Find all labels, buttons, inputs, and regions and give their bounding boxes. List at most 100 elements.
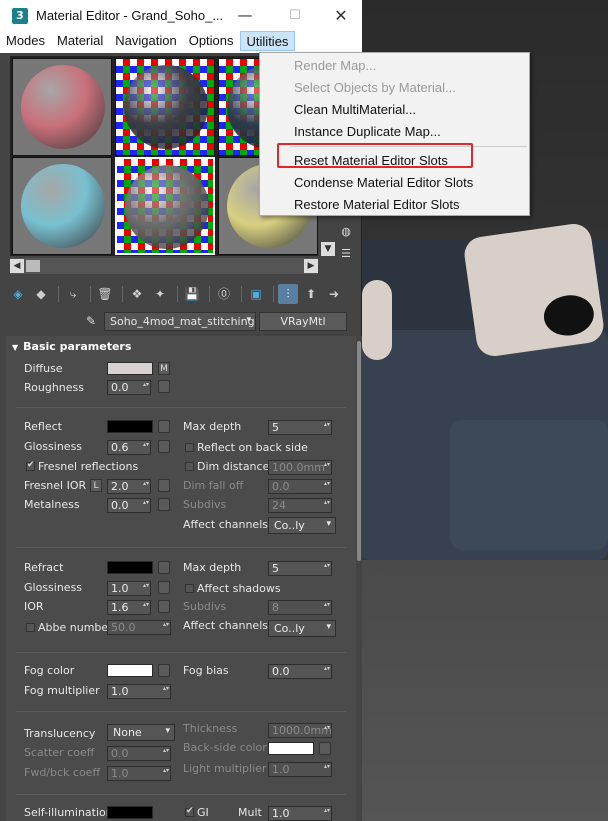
reset-map-icon[interactable]: 🗑 [95, 284, 115, 304]
parameters-scrollbar[interactable] [356, 336, 362, 821]
menu-utilities[interactable]: Utilities [239, 31, 296, 51]
fog-color-map-button[interactable] [158, 664, 170, 677]
refract-affect-channels-dropdown[interactable]: Co..ly ▾ [268, 620, 336, 637]
reflect-back-side-checkbox[interactable] [185, 443, 194, 452]
diffuse-color-swatch[interactable] [107, 362, 153, 375]
menu-item-instance-duplicate-map[interactable]: Instance Duplicate Map... [294, 124, 441, 144]
refract-glossiness-spinner[interactable]: 1.0 [107, 581, 151, 596]
refract-glossiness-map-button[interactable] [158, 581, 170, 594]
material-name-dropdown[interactable]: Soho_4mod_mat_stitching ▾ [104, 311, 256, 331]
maximize-button[interactable]: ☐ [272, 0, 318, 31]
assign-to-selection-icon[interactable]: ⤷ [63, 284, 83, 304]
dim-distance-checkbox[interactable] [185, 462, 194, 471]
go-forward-sibling-icon[interactable]: ➜ [324, 284, 344, 304]
self-illum-mult-spinner[interactable]: 1.0 [268, 806, 332, 821]
fresnel-ior-lock-button[interactable]: L [90, 479, 102, 492]
dim-distance-spinner[interactable]: 100.0mm [268, 460, 332, 475]
backlight-icon[interactable]: ◍ [338, 225, 354, 241]
dim-falloff-spinner[interactable]: 0.0 [268, 479, 332, 494]
scroll-down-icon[interactable]: ▼ [321, 242, 335, 256]
ior-map-button[interactable] [158, 600, 170, 613]
menu-item-condense-material-editor-slots[interactable]: Condense Material Editor Slots [294, 175, 473, 195]
metalness-spinner[interactable]: 0.0 [107, 498, 151, 513]
make-unique-icon[interactable]: ✦ [150, 284, 170, 304]
fresnel-checkbox[interactable] [26, 460, 35, 471]
scroll-left-icon[interactable]: ◀ [10, 259, 24, 273]
reflect-back-side-label: Reflect on back side [197, 441, 308, 454]
self-illum-gi-checkbox[interactable] [185, 806, 194, 817]
side-toolbar: ◍ ☰ [338, 225, 360, 269]
reflect-color-swatch[interactable] [107, 420, 153, 433]
menu-modes[interactable]: Modes [0, 31, 51, 51]
affect-shadows-checkbox[interactable] [185, 584, 194, 593]
material-slot-2[interactable] [115, 58, 215, 156]
close-button[interactable]: ✕ [318, 0, 364, 31]
fog-bias-spinner[interactable]: 0.0 [268, 664, 332, 679]
scatter-coeff-label: Scatter coeff [24, 746, 95, 759]
refract-map-button[interactable] [158, 561, 170, 574]
affect-shadows-label: Affect shadows [197, 582, 281, 595]
scroll-thumb[interactable] [357, 341, 361, 561]
refract-max-depth-spinner[interactable]: 5 [268, 561, 332, 576]
abbe-number-spinner[interactable]: 50.0 [107, 620, 171, 635]
self-illumination-color-swatch[interactable] [107, 806, 153, 819]
minimize-button[interactable]: — [222, 0, 268, 31]
menu-options[interactable]: Options [183, 31, 240, 51]
refract-label: Refract [24, 561, 64, 574]
glossiness-map-button[interactable] [158, 440, 170, 453]
title-bar[interactable]: 3 Material Editor - Grand_Soho_... — ☐ ✕ [0, 0, 362, 31]
scroll-right-icon[interactable]: ▶ [304, 259, 318, 273]
eyedropper-icon[interactable]: ✎ [86, 314, 104, 328]
glossiness-spinner[interactable]: 0.6 [107, 440, 151, 455]
slots-horizontal-scrollbar[interactable]: ◀ ▶ [10, 258, 318, 274]
diffuse-map-button[interactable]: M [158, 362, 170, 375]
dim-falloff-label: Dim fall off [183, 479, 244, 492]
put-to-scene-icon[interactable]: ◆ [31, 284, 51, 304]
reflect-map-button[interactable] [158, 420, 170, 433]
show-end-result-icon[interactable]: ⫶ [278, 284, 298, 304]
material-id-channel-icon[interactable]: ⓪ [214, 284, 234, 304]
fog-color-swatch[interactable] [107, 664, 153, 677]
material-type-button[interactable]: VRayMtl [259, 311, 347, 331]
rollout-header[interactable]: ▼ Basic parameters [6, 338, 356, 356]
refract-color-swatch[interactable] [107, 561, 153, 574]
refract-subdivs-spinner[interactable]: 8 [268, 600, 332, 615]
fresnel-ior-map-button[interactable] [158, 479, 170, 492]
abbe-checkbox[interactable] [26, 623, 35, 632]
menu-item-select-objects-by-material[interactable]: Select Objects by Material... [294, 80, 456, 100]
translucency-dropdown[interactable]: None ▾ [107, 724, 175, 741]
back-side-color-swatch[interactable] [268, 742, 314, 755]
refract-glossiness-label: Glossiness [24, 581, 83, 594]
roughness-spinner[interactable]: 0.0 [107, 380, 151, 395]
material-toolbar: ◈ ◆ ⤷ 🗑 ❖ ✦ 💾 ⓪ ▣ ⫶ ⬆ ➜ [8, 282, 358, 306]
roughness-map-button[interactable] [158, 380, 170, 393]
reflect-affect-channels-dropdown[interactable]: Co..ly ▾ [268, 517, 336, 534]
thickness-spinner[interactable]: 1000.0mm [268, 723, 332, 738]
scroll-thumb[interactable] [26, 260, 40, 272]
go-to-parent-icon[interactable]: ⬆ [301, 284, 321, 304]
material-slot-1[interactable] [12, 58, 112, 156]
options-list-icon[interactable]: ☰ [338, 247, 354, 263]
refract-max-depth-label: Max depth [183, 561, 242, 574]
menu-item-restore-material-editor-slots[interactable]: Restore Material Editor Slots [294, 197, 459, 217]
light-multiplier-spinner[interactable]: 1.0 [268, 762, 332, 777]
show-shaded-icon[interactable]: ▣ [246, 284, 266, 304]
save-to-library-icon[interactable]: 💾 [182, 284, 202, 304]
menu-navigation[interactable]: Navigation [109, 31, 182, 51]
scatter-coeff-spinner[interactable]: 0.0 [107, 746, 171, 761]
reflect-subdivs-spinner[interactable]: 24 [268, 498, 332, 513]
make-copy-icon[interactable]: ❖ [127, 284, 147, 304]
fog-multiplier-spinner[interactable]: 1.0 [107, 684, 171, 699]
ior-spinner[interactable]: 1.6 [107, 600, 151, 615]
reflect-max-depth-spinner[interactable]: 5 [268, 420, 332, 435]
fwd-bck-coeff-spinner[interactable]: 1.0 [107, 766, 171, 781]
metalness-map-button[interactable] [158, 498, 170, 511]
menu-item-clean-multimaterial[interactable]: Clean MultiMaterial... [294, 102, 416, 122]
back-side-color-map-button[interactable] [319, 742, 331, 755]
menu-material[interactable]: Material [51, 31, 109, 51]
material-slot-4[interactable] [12, 157, 112, 255]
menu-item-render-map[interactable]: Render Map... [294, 58, 376, 78]
fresnel-ior-spinner[interactable]: 2.0 [107, 479, 151, 494]
material-slot-5[interactable] [115, 157, 215, 255]
get-material-icon[interactable]: ◈ [8, 284, 28, 304]
